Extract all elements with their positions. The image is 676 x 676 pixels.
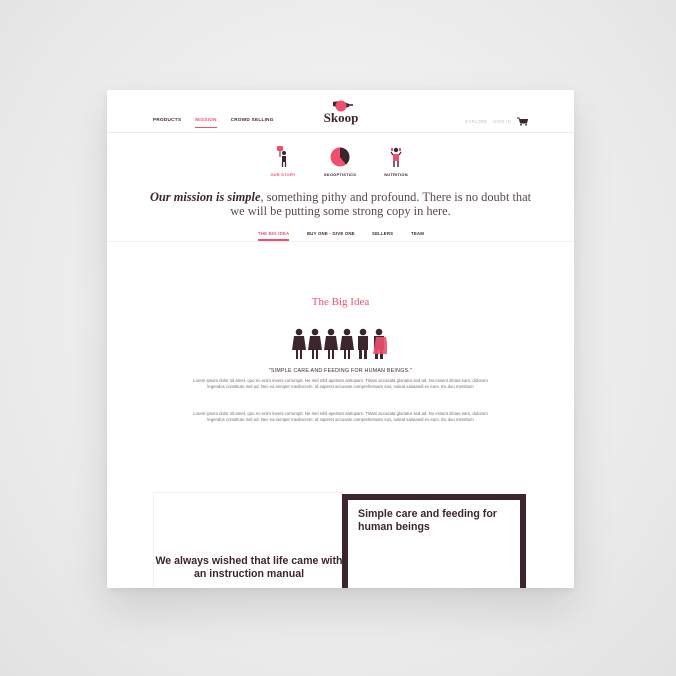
mission-lead: Our mission is simple <box>149 190 261 204</box>
nav-explore[interactable]: EXPLORE <box>465 119 487 124</box>
nav-products[interactable]: PRODUCTS <box>153 117 181 122</box>
main-nav: PRODUCTS MISSION CROWD SELLING <box>153 117 274 128</box>
people-group-icon <box>292 328 387 359</box>
page-card: PRODUCTS MISSION CROWD SELLING Skoop EXP… <box>107 90 574 588</box>
big-idea-quote: "SIMPLE CARE AND FEEDING FOR HUMAN BEING… <box>268 368 413 374</box>
section-tabs: THE BIG IDEA BUY ONE - GIVE ONE SELLERS … <box>107 227 574 242</box>
subnav-label: SKOOPTISTICS <box>323 172 357 177</box>
tab-sellers[interactable]: SELLERS <box>372 231 393 236</box>
nav-sign-in[interactable]: SIGN IN <box>493 119 511 124</box>
cart-icon[interactable] <box>517 117 528 126</box>
account-nav: EXPLORE SIGN IN <box>465 117 528 126</box>
big-idea-paragraph-2: Lorem ipsum dolor sit amet, quo no enim … <box>193 411 488 423</box>
pie-chart-icon <box>330 147 350 167</box>
logo[interactable]: Skoop <box>319 99 363 127</box>
subnav: OUR STORY SKOOPTISTICS NUTRITION <box>107 146 574 177</box>
person-sign-icon <box>277 146 287 167</box>
nav-crowd-selling[interactable]: CROWD SELLING <box>231 117 274 122</box>
simple-care-panel: Simple care and feeding for human beings <box>342 494 526 588</box>
subnav-label: OUR STORY <box>270 172 296 177</box>
instruction-manual-text: We always wished that life came with an … <box>155 555 343 580</box>
tab-team[interactable]: TEAM <box>411 231 424 236</box>
header: PRODUCTS MISSION CROWD SELLING Skoop EXP… <box>107 90 574 133</box>
tab-the-big-idea[interactable]: THE BIG IDEA <box>258 231 290 241</box>
instruction-manual-panel: We always wished that life came with an … <box>153 492 344 588</box>
logo-text: Skoop <box>323 110 359 125</box>
big-idea-paragraph-1: Lorem ipsum dolor sit amet, quo no enim … <box>193 378 488 390</box>
nav-mission[interactable]: MISSION <box>195 117 217 128</box>
subnav-our-story[interactable]: OUR STORY <box>258 146 308 177</box>
subnav-label: NUTRITION <box>384 172 408 177</box>
simple-care-text: Simple care and feeding for human beings <box>358 508 497 533</box>
subnav-nutrition[interactable]: NUTRITION <box>371 146 421 177</box>
tab-buy-one-give-one[interactable]: BUY ONE - GIVE ONE <box>307 231 355 236</box>
subnav-skooptistics[interactable]: SKOOPTISTICS <box>315 146 365 177</box>
person-trophy-icon <box>390 147 402 167</box>
mission-rest: , something pithy and profound. There is… <box>230 190 532 218</box>
mission-statement: Our mission is simple, something pithy a… <box>147 190 534 218</box>
section-title: The Big Idea <box>311 296 370 308</box>
